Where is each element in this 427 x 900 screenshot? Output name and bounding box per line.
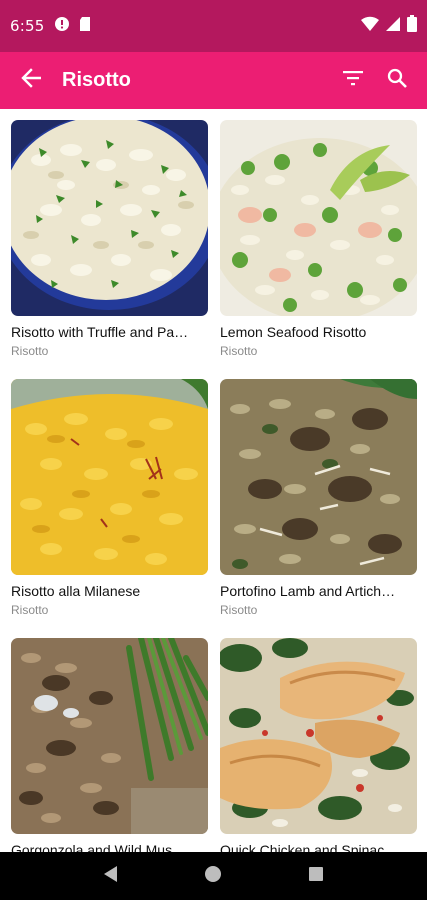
back-button[interactable]	[9, 59, 53, 103]
recipe-category: Risotto	[220, 344, 258, 358]
recipe-category: Risotto	[11, 603, 49, 617]
recipe-title: Lemon Seafood Risotto	[220, 324, 367, 340]
recipe-image	[220, 120, 417, 316]
home-circle-icon[interactable]	[204, 865, 222, 888]
status-time: 6:55	[10, 17, 45, 35]
app-bar: Risotto	[0, 52, 427, 109]
page-title: Risotto	[62, 69, 131, 91]
system-nav-bar	[0, 852, 427, 900]
recipe-title: Quick Chicken and Spinac…	[220, 842, 399, 852]
filter-button[interactable]	[331, 59, 375, 103]
recipe-title: Risotto alla Milanese	[11, 583, 141, 599]
status-bar: 6:55	[0, 0, 427, 52]
recents-square-icon[interactable]	[308, 866, 324, 887]
recipe-card[interactable]: Lemon Seafood Risotto Risotto	[220, 120, 417, 379]
recipe-card[interactable]: Quick Chicken and Spinac…	[220, 638, 417, 852]
battery-icon	[407, 15, 417, 37]
recipe-image	[220, 379, 417, 575]
search-icon	[387, 68, 407, 93]
recipe-card[interactable]: Gorgonzola and Wild Mus…	[11, 638, 208, 852]
recipe-title: Gorgonzola and Wild Mus…	[11, 842, 187, 852]
recipe-card[interactable]: Portofino Lamb and Artich… Risotto	[220, 379, 417, 638]
wifi-icon	[361, 16, 379, 37]
recipe-category: Risotto	[220, 603, 258, 617]
recipe-card[interactable]: Risotto alla Milanese Risotto	[11, 379, 208, 638]
signal-icon	[385, 16, 401, 37]
recipe-image	[11, 379, 208, 575]
recipe-card[interactable]: Risotto with Truffle and Pa… Risotto	[11, 120, 208, 379]
search-button[interactable]	[375, 59, 419, 103]
recipe-category: Risotto	[11, 344, 49, 358]
back-triangle-icon[interactable]	[103, 865, 119, 888]
recipe-title: Risotto with Truffle and Pa…	[11, 324, 189, 340]
sd-card-icon	[78, 16, 92, 37]
recipe-image	[11, 638, 208, 834]
status-right-icons	[361, 15, 417, 37]
recipe-image	[220, 638, 417, 834]
status-left-icons	[54, 16, 92, 37]
arrow-back-icon	[21, 68, 42, 93]
recipe-image	[11, 120, 208, 316]
recipe-grid: Risotto with Truffle and Pa… Risotto Lem…	[0, 109, 427, 852]
recipe-title: Portofino Lamb and Artich…	[220, 583, 396, 599]
filter-icon	[343, 70, 363, 91]
alert-circle-icon	[54, 16, 70, 37]
app-bar-actions	[331, 59, 419, 103]
